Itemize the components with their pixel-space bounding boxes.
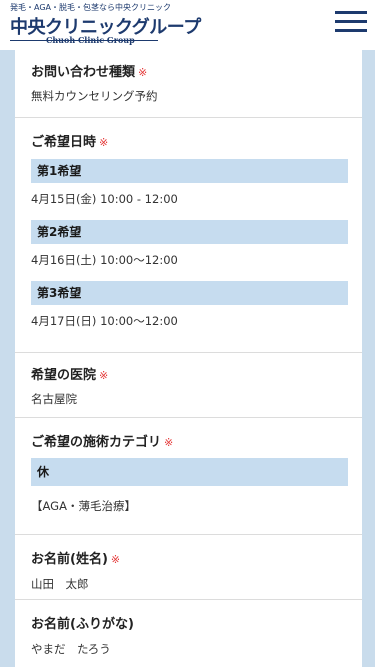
name-kana-value: やまだ たろう xyxy=(31,642,111,656)
choice-2-heading: 第2希望 xyxy=(31,220,348,244)
clinic-section: 希望の医院 ※ 名古屋院 xyxy=(15,353,362,418)
menu-bar xyxy=(335,29,367,32)
hamburger-menu-icon[interactable] xyxy=(335,9,367,35)
choice-3-group: 第3希望 4月17日(日) 10:00～12:00 xyxy=(31,281,362,329)
clinic-label-text: 希望の医院 xyxy=(31,368,97,383)
choice-2-value: 4月16日(土) 10:00～12:00 xyxy=(31,253,178,267)
treatment-category-label-text: ご希望の施術カテゴリ xyxy=(31,435,162,450)
name-kana-label: お名前(ふりがな) xyxy=(31,616,134,634)
inquiry-type-section: お問い合わせ種類 ※ 無料カウンセリング予約 xyxy=(15,50,362,118)
treatment-category-group: 休 xyxy=(31,458,362,486)
site-tagline: 発毛・AGA・脱毛・包茎なら中央クリニック xyxy=(10,3,172,12)
name-kana-label-text: お名前(ふりがな) xyxy=(31,617,134,632)
desired-datetime-section: ご希望日時 ※ 第1希望 4月15日(金) 10:00 - 12:00 第2希望 … xyxy=(15,118,362,353)
choice-3-value: 4月17日(日) 10:00～12:00 xyxy=(31,314,178,328)
clinic-value: 名古屋院 xyxy=(31,392,77,406)
required-mark: ※ xyxy=(99,136,109,149)
name-value: 山田 太郎 xyxy=(31,577,89,591)
required-mark: ※ xyxy=(164,436,174,449)
form-confirmation-panel: お問い合わせ種類 ※ 無料カウンセリング予約 ご希望日時 ※ 第1希望 4月15日(… xyxy=(15,50,362,667)
choice-1-group: 第1希望 4月15日(金) 10:00 - 12:00 xyxy=(31,159,362,207)
treatment-category-value: 【AGA・薄毛治療】 xyxy=(31,499,136,513)
name-label-text: お名前(姓名) xyxy=(31,552,108,567)
menu-bar xyxy=(335,20,367,23)
treatment-category-heading: 休 xyxy=(31,458,348,486)
desired-datetime-label-text: ご希望日時 xyxy=(31,135,97,150)
clinic-label: 希望の医院 ※ xyxy=(31,367,108,385)
treatment-category-section: ご希望の施術カテゴリ ※ 休 【AGA・薄毛治療】 xyxy=(15,418,362,535)
choice-1-heading: 第1希望 xyxy=(31,159,348,183)
name-kana-section: お名前(ふりがな) やまだ たろう xyxy=(15,600,362,664)
inquiry-type-value: 無料カウンセリング予約 xyxy=(31,89,158,103)
choice-1-value: 4月15日(金) 10:00 - 12:00 xyxy=(31,192,178,206)
site-logo-subtitle: Chuoh Clinic Group xyxy=(46,35,135,45)
choice-3-heading: 第3希望 xyxy=(31,281,348,305)
name-label: お名前(姓名) ※ xyxy=(31,551,120,569)
choice-2-group: 第2希望 4月16日(土) 10:00～12:00 xyxy=(31,220,362,268)
site-header: 発毛・AGA・脱毛・包茎なら中央クリニック 中央クリニックグループ Chuoh … xyxy=(0,0,375,50)
menu-bar xyxy=(335,11,367,14)
desired-datetime-label: ご希望日時 ※ xyxy=(31,134,108,152)
inquiry-type-label: お問い合わせ種類 ※ xyxy=(31,64,147,82)
name-section: お名前(姓名) ※ 山田 太郎 xyxy=(15,535,362,600)
required-mark: ※ xyxy=(138,66,148,79)
required-mark: ※ xyxy=(99,369,109,382)
required-mark: ※ xyxy=(110,553,121,566)
inquiry-type-label-text: お問い合わせ種類 xyxy=(31,65,136,80)
treatment-category-label: ご希望の施術カテゴリ ※ xyxy=(31,434,173,452)
